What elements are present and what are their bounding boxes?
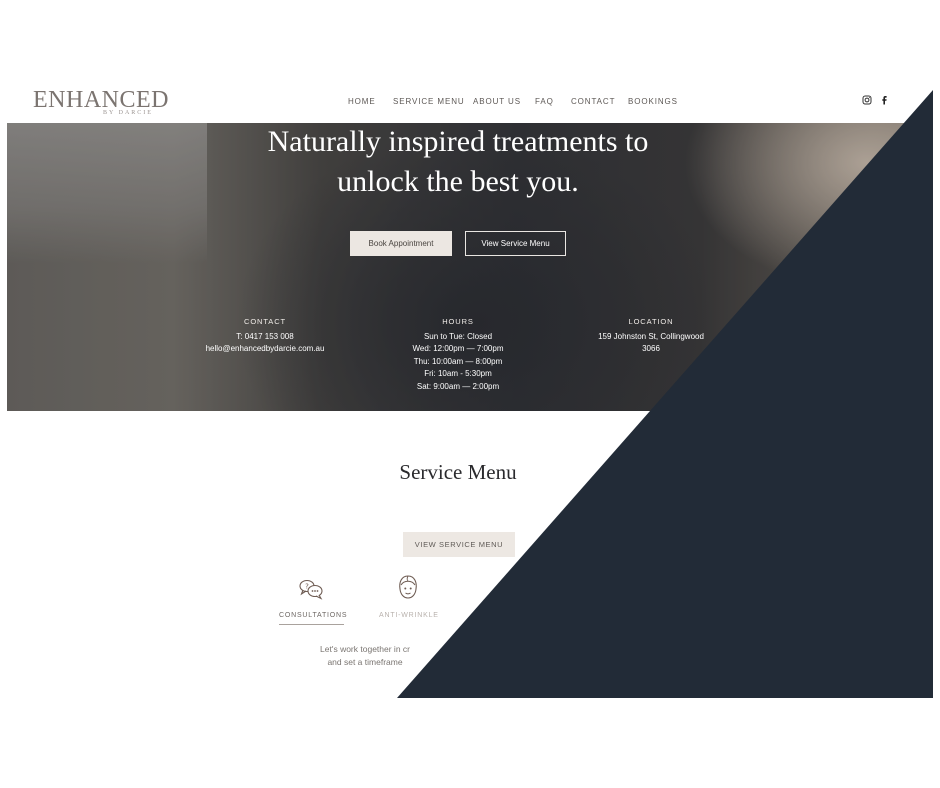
location-postcode: 3066 — [642, 344, 660, 353]
book-appointment-button[interactable]: Book Appointment — [350, 231, 452, 256]
tab-consultations[interactable]: CONSULTATIONS — [279, 612, 347, 619]
tab-active-underline — [279, 624, 344, 625]
nav-item-bookings[interactable]: BOOKINGS — [628, 97, 678, 106]
hours-line: Sun to Tue: Closed — [423, 331, 493, 341]
logo[interactable]: ENHANCED BY DARCIE — [33, 87, 169, 119]
hours-line: Wed: 12:00pm — 7:00pm — [412, 344, 504, 353]
tab-anti-wrinkle[interactable]: ANTI-WRINKLE — [379, 612, 439, 619]
hours-info: HOURS Sun to Tue: Closed Wed: 12:00pm — … — [398, 316, 518, 393]
view-service-menu-link-button[interactable]: VIEW SERVICE MENU — [403, 532, 515, 557]
hero-banner: Naturally inspired treatments to unlock … — [7, 123, 933, 411]
hero-title-line-1: Naturally inspired treatments to — [267, 125, 649, 158]
location-info: LOCATION 159 Johnston St, Collingwood 30… — [581, 316, 721, 356]
site-header: ENHANCED BY DARCIE HOME SERVICE MENU ABO… — [7, 80, 933, 123]
nav-item-home[interactable]: HOME — [348, 97, 376, 106]
nav-item-service-menu[interactable]: SERVICE MENU — [393, 97, 465, 106]
location-address: 159 Johnston St, Collingwood — [598, 331, 704, 341]
nav-item-contact[interactable]: CONTACT — [571, 97, 615, 106]
hours-line: Sat: 9:00am — 2:00pm — [416, 381, 500, 391]
contact-phone[interactable]: T: 0417 153 008 — [199, 331, 331, 344]
contact-heading: CONTACT — [244, 317, 286, 326]
hours-heading: HOURS — [442, 317, 474, 326]
service-description: Let's work together in cr and set a time… — [300, 643, 430, 668]
page: ENHANCED BY DARCIE HOME SERVICE MENU ABO… — [0, 0, 940, 788]
hours-line: Fri: 10am - 5:30pm — [424, 369, 492, 378]
instagram-icon[interactable] — [860, 93, 874, 107]
service-description-line-1: Let's work together in cr — [320, 644, 410, 654]
nav-item-faq[interactable]: FAQ — [535, 97, 554, 106]
facebook-icon[interactable] — [877, 93, 891, 107]
view-service-menu-button[interactable]: View Service Menu — [465, 231, 566, 256]
contact-info: CONTACT T: 0417 153 008 hello@enhancedby… — [199, 316, 331, 356]
hours-line: Thu: 10:00am — 8:00pm — [413, 356, 503, 366]
service-description-line-2: and set a timeframe — [327, 656, 403, 667]
contact-email[interactable]: hello@enhancedbydarcie.com.au — [199, 343, 331, 356]
hero-title-line-2: unlock the best you. — [337, 165, 579, 198]
chat-bubbles-icon[interactable]: ? — [296, 577, 326, 601]
location-heading: LOCATION — [628, 317, 674, 326]
face-icon[interactable] — [395, 574, 421, 602]
service-menu-title: Service Menu — [399, 460, 517, 484]
nav-item-about-us[interactable]: ABOUT US — [473, 97, 521, 106]
logo-tagline: BY DARCIE — [103, 110, 153, 116]
hero-title: Naturally inspired treatments to unlock … — [167, 123, 749, 202]
